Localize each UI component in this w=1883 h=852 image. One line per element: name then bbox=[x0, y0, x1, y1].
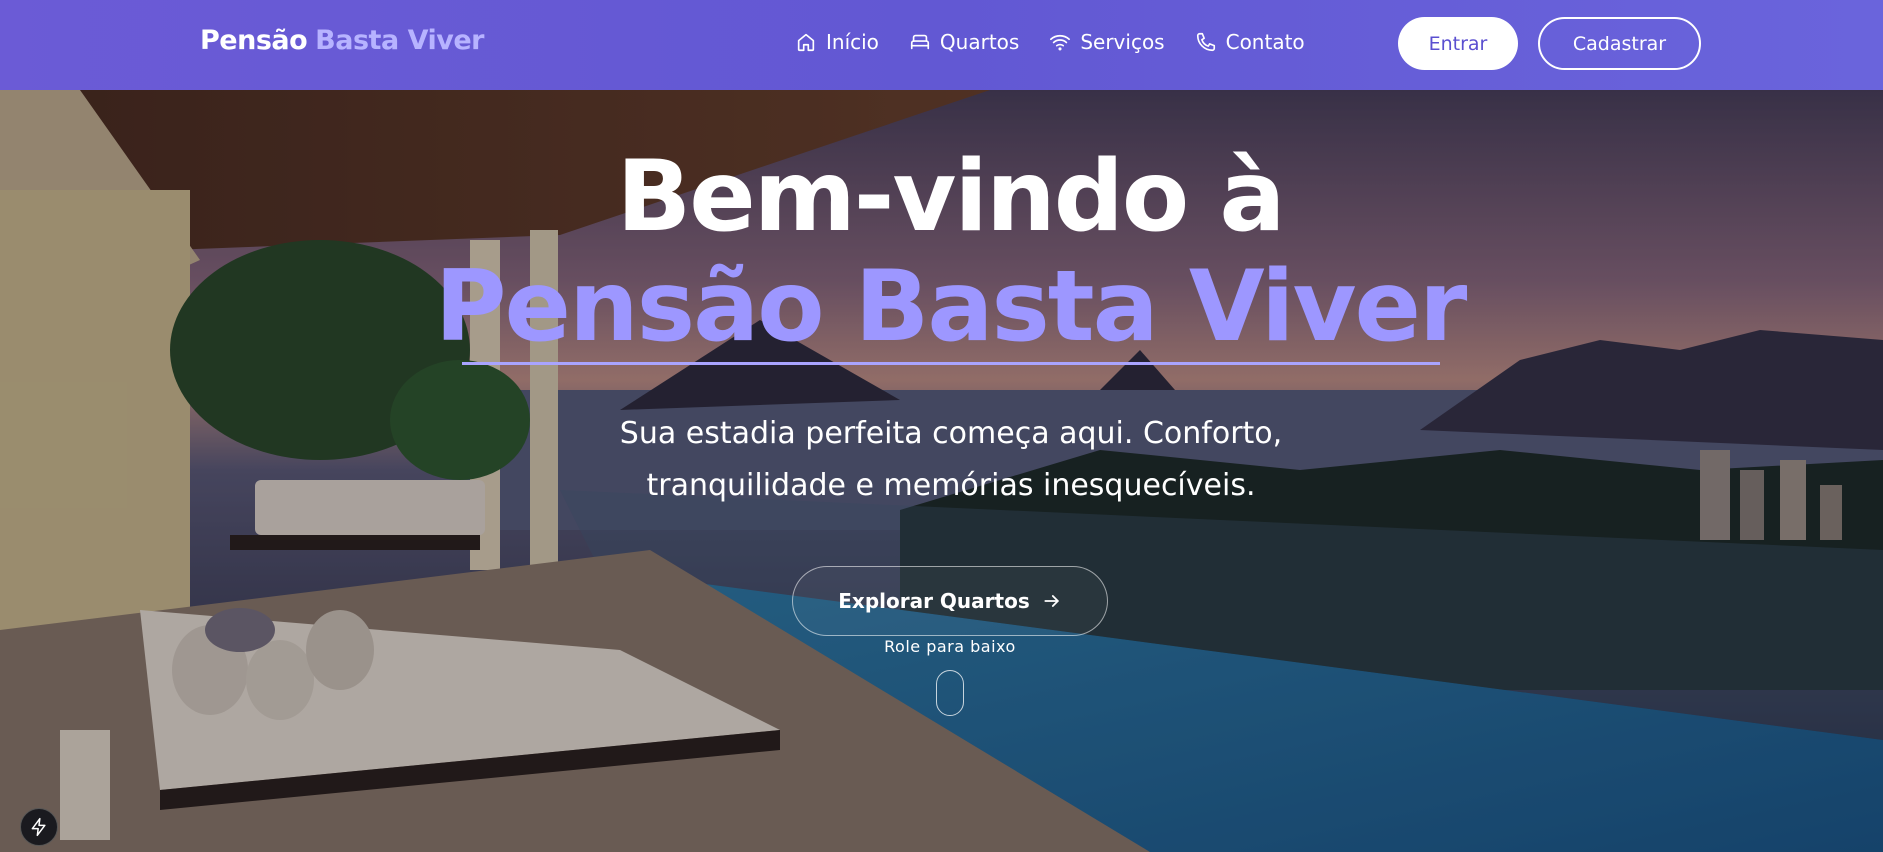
bed-icon bbox=[910, 34, 929, 50]
login-button[interactable]: Entrar bbox=[1398, 17, 1518, 70]
arrow-right-icon bbox=[1044, 595, 1059, 607]
brand-name-part2: Basta Viver bbox=[315, 25, 484, 56]
hero-title-line1: Bem-vindo à bbox=[616, 140, 1286, 254]
signup-button[interactable]: Cadastrar bbox=[1538, 17, 1701, 70]
nav-item-label: Início bbox=[826, 30, 879, 54]
scroll-hint: Role para baixo bbox=[884, 637, 1016, 656]
top-navbar: Pensão Basta Viver Início Quartos Serviço… bbox=[0, 0, 1883, 90]
scroll-mouse-icon[interactable] bbox=[936, 670, 964, 716]
hero-subtitle: Sua estadia perfeita começa aqui. Confor… bbox=[619, 416, 1283, 503]
lightning-icon[interactable] bbox=[20, 808, 58, 846]
brand-name-part1: Pensão bbox=[200, 25, 308, 56]
hero-section: Bem-vindo à Pensão Basta Viver Sua estad… bbox=[0, 90, 1883, 852]
explore-rooms-label: Explorar Quartos bbox=[838, 589, 1030, 613]
phone-icon bbox=[1196, 32, 1215, 52]
wifi-icon bbox=[1050, 34, 1071, 51]
nav-item-label: Contato bbox=[1225, 30, 1305, 54]
nav-item-label: Serviços bbox=[1080, 30, 1165, 54]
nav-item-contato[interactable]: Contato bbox=[1195, 30, 1305, 54]
nav-item-inicio[interactable]: Início bbox=[795, 30, 879, 54]
title-underline bbox=[462, 362, 1440, 365]
hero-title-line2: Pensão Basta Viver bbox=[434, 250, 1468, 364]
home-icon bbox=[797, 33, 815, 52]
main-nav: Início Quartos Serviços Contato bbox=[795, 30, 1335, 54]
nav-item-quartos[interactable]: Quartos bbox=[909, 30, 1019, 54]
nav-item-servicos[interactable]: Serviços bbox=[1049, 30, 1165, 54]
explore-rooms-button[interactable]: Explorar Quartos bbox=[792, 566, 1108, 636]
nav-item-label: Quartos bbox=[939, 30, 1020, 54]
brand-logo[interactable]: Pensão Basta Viver bbox=[200, 25, 484, 56]
